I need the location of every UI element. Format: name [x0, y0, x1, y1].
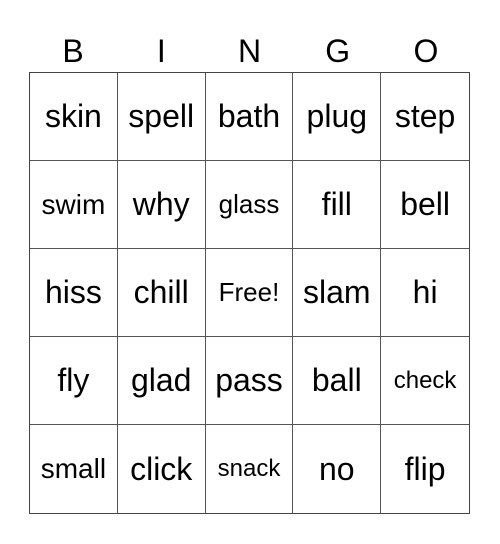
- bingo-cell: hi: [381, 249, 469, 337]
- bingo-cell: spell: [117, 73, 206, 161]
- bingo-cell: glass: [205, 161, 294, 249]
- bingo-cell: check: [381, 337, 469, 425]
- free-space-cell: Free!: [205, 249, 294, 337]
- bingo-cell: fill: [293, 161, 382, 249]
- bingo-cell: why: [117, 161, 206, 249]
- bingo-cell: snack: [206, 425, 294, 513]
- bingo-cell: flip: [404, 450, 446, 487]
- bingo-cell: step: [381, 73, 469, 161]
- header-letter-g: G: [325, 33, 351, 69]
- header-letter-n: N: [237, 33, 262, 69]
- bingo-cell: small: [30, 425, 118, 513]
- bingo-card-grid: skin spell bath plug step swim why glass…: [29, 72, 470, 514]
- bingo-cell: glad: [117, 337, 206, 425]
- header-letter-b: B: [62, 33, 84, 69]
- header-letter-i: I: [156, 33, 166, 69]
- bingo-cell: ball: [293, 337, 382, 425]
- bingo-cell: bath: [205, 73, 294, 161]
- bingo-cell: skin: [30, 73, 118, 161]
- bingo-cell: swim: [30, 161, 118, 249]
- bingo-cell: click: [118, 425, 206, 513]
- bingo-cell: slam: [293, 249, 382, 337]
- bingo-cell: plug: [293, 73, 382, 161]
- bingo-cell: no: [293, 425, 382, 513]
- header-letter-o: O: [413, 33, 439, 69]
- bingo-cell: hiss: [30, 249, 118, 337]
- bingo-header: B I N G O: [29, 30, 470, 72]
- bingo-cell: bell: [381, 161, 469, 249]
- bingo-cell: pass: [205, 337, 294, 425]
- bingo-cell: fly: [30, 337, 118, 425]
- bingo-cell: chill: [117, 249, 206, 337]
